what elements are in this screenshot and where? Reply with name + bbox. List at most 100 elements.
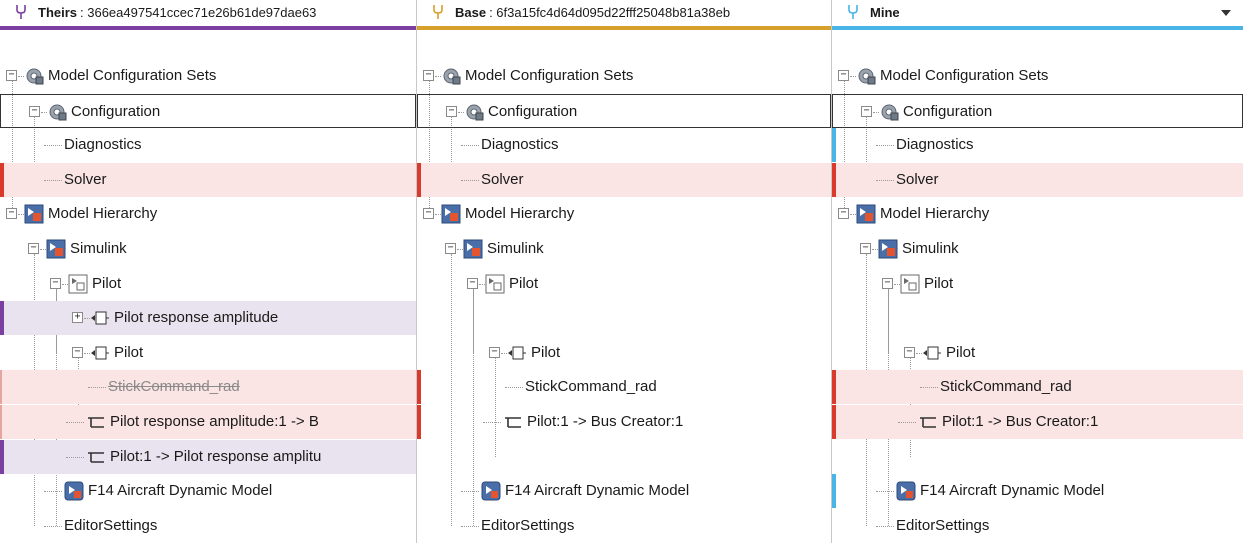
- pane-dropdown-icon[interactable]: [1221, 10, 1231, 16]
- line-icon: [88, 451, 104, 463]
- change-marker: [0, 162, 4, 197]
- change-marker: [832, 474, 836, 509]
- tree-expander-icon[interactable]: −: [29, 105, 40, 117]
- mine-tree-row[interactable]: − Pilot: [832, 336, 1243, 370]
- change-marker: [417, 370, 421, 405]
- tree-expander-icon[interactable]: −: [904, 346, 915, 358]
- tree-connector: [461, 525, 479, 527]
- mine-tree-row[interactable]: EditorSettings: [832, 509, 1243, 543]
- tree-connector: [88, 387, 106, 389]
- tree-expander-icon[interactable]: −: [445, 243, 456, 254]
- theirs-color-bar: [0, 26, 416, 30]
- tree-connector: [876, 491, 894, 493]
- theirs-tree-row[interactable]: − Pilot: [0, 336, 416, 370]
- tree-node-label: F14 Aircraft Dynamic Model: [88, 482, 273, 500]
- mine-tree-row[interactable]: Pilot:1 -> Bus Creator:1: [832, 405, 1243, 439]
- theirs-tree-row[interactable]: Solver: [0, 162, 416, 197]
- base-tree-row[interactable]: F14 Aircraft Dynamic Model: [417, 474, 831, 508]
- theirs-tree-row[interactable]: − Model Configuration Sets: [0, 59, 416, 93]
- tree-expander-icon[interactable]: −: [489, 346, 500, 358]
- base-tree-row[interactable]: [417, 301, 831, 335]
- port-block-icon: [508, 346, 526, 360]
- tree-expander-icon[interactable]: −: [423, 208, 434, 220]
- mine-label: Mine: [870, 4, 900, 20]
- base-tree-row[interactable]: EditorSettings: [417, 509, 831, 543]
- base-tree-row[interactable]: − Pilot: [417, 267, 831, 301]
- theirs-tree-row[interactable]: − Pilot: [0, 267, 416, 301]
- base-tree-row[interactable]: − Pilot: [417, 336, 831, 370]
- tree-node-label: Model Configuration Sets: [48, 67, 217, 84]
- tree-expander-icon[interactable]: −: [838, 70, 849, 81]
- tree-expander-icon[interactable]: −: [882, 277, 893, 289]
- config-sets-icon: [443, 68, 461, 85]
- mine-tree-row[interactable]: Solver: [832, 162, 1243, 197]
- base-tree-row[interactable]: Solver: [417, 162, 831, 197]
- tree-node-label: Pilot:1 -> Bus Creator:1: [942, 413, 1099, 430]
- tree-connector: [898, 422, 916, 423]
- tree-node-label: Pilot:1 -> Pilot response amplitu: [110, 447, 322, 465]
- base-pane: Base : 6f3a15fc4d64d095d22fff25048b81a38…: [417, 0, 832, 543]
- tree-expander-icon[interactable]: −: [423, 70, 434, 81]
- tree-node-label: Configuration: [903, 102, 993, 120]
- tree-node-label: Pilot:1 -> Bus Creator:1: [527, 413, 684, 430]
- tree-expander-icon[interactable]: −: [6, 208, 17, 220]
- tree-expander-icon[interactable]: −: [6, 70, 17, 81]
- subsystem-icon: [900, 274, 920, 294]
- tree-expander-icon[interactable]: −: [72, 346, 83, 358]
- mine-tree-row[interactable]: [832, 301, 1243, 335]
- tree-node-label: Pilot: [924, 274, 954, 292]
- tree-expander-icon[interactable]: −: [860, 243, 871, 254]
- mine-tree-row[interactable]: F14 Aircraft Dynamic Model: [832, 474, 1243, 509]
- mine-tree-row[interactable]: − Pilot: [832, 267, 1243, 301]
- tree-node-label: Simulink: [487, 240, 544, 257]
- mine-tree-row[interactable]: − Configuration: [832, 93, 1243, 128]
- tree-node-label: Simulink: [902, 240, 959, 257]
- tree-expander-icon[interactable]: −: [467, 277, 478, 289]
- tree-node-label: Pilot: [92, 274, 122, 292]
- base-tree-row[interactable]: Pilot:1 -> Bus Creator:1: [417, 405, 831, 439]
- theirs-tree-row[interactable]: − Model Hierarchy: [0, 197, 416, 231]
- mine-tree-row[interactable]: − Model Configuration Sets: [832, 59, 1243, 93]
- theirs-tree-row[interactable]: StickCommand_rad: [0, 370, 416, 405]
- tree-expander-icon[interactable]: −: [28, 243, 39, 254]
- model-ref-icon: [896, 481, 916, 501]
- tree-node-label: EditorSettings: [64, 516, 158, 534]
- tree-expander-icon[interactable]: −: [838, 208, 849, 220]
- base-tree-row[interactable]: [417, 440, 831, 474]
- tree-expander-icon[interactable]: −: [861, 105, 872, 117]
- base-tree-row[interactable]: StickCommand_rad: [417, 370, 831, 405]
- theirs-tree-row[interactable]: − Simulink: [0, 232, 416, 266]
- base-hash: : 6f3a15fc4d64d095d22fff25048b81a38eb: [489, 4, 731, 20]
- base-tree-row[interactable]: Diagnostics: [417, 128, 831, 162]
- theirs-tree-row[interactable]: Pilot:1 -> Pilot response amplitu: [0, 439, 416, 474]
- branch-icon: [848, 5, 858, 19]
- tree-expander-icon[interactable]: −: [446, 105, 457, 117]
- tree-node-label: Diagnostics: [64, 136, 142, 154]
- tree-node-label: Diagnostics: [481, 136, 559, 154]
- mine-tree-row[interactable]: − Model Hierarchy: [832, 197, 1243, 231]
- theirs-tree-row[interactable]: Diagnostics: [0, 128, 416, 162]
- theirs-tree-row[interactable]: + Pilot response amplitude: [0, 301, 416, 336]
- base-tree-row[interactable]: − Simulink: [417, 232, 831, 266]
- base-tree-row[interactable]: − Model Hierarchy: [417, 197, 831, 231]
- mine-tree-row[interactable]: [832, 440, 1243, 474]
- mine-tree-row[interactable]: StickCommand_rad: [832, 370, 1243, 405]
- tree-expander-icon[interactable]: −: [50, 277, 61, 289]
- base-tree-row[interactable]: − Configuration: [417, 93, 831, 128]
- tree-connector: [920, 387, 938, 389]
- base-tree-row[interactable]: − Model Configuration Sets: [417, 59, 831, 93]
- tree-connector: [461, 491, 479, 493]
- theirs-tree-row[interactable]: − Configuration: [0, 93, 416, 128]
- tree-node-label: StickCommand_rad: [108, 378, 240, 396]
- tree-expander-icon[interactable]: +: [72, 312, 83, 324]
- mine-tree-row[interactable]: Diagnostics: [832, 128, 1243, 163]
- theirs-pane: Theirs : 366ea497541ccec71e26b61de97dae6…: [0, 0, 417, 543]
- tree-connector: [66, 456, 84, 458]
- theirs-tree-row[interactable]: EditorSettings: [0, 509, 416, 543]
- tree-node-label: EditorSettings: [896, 516, 990, 534]
- theirs-tree-row[interactable]: F14 Aircraft Dynamic Model: [0, 474, 416, 508]
- config-gear-icon: [49, 104, 67, 121]
- theirs-tree: − Model Configuration Sets − Configuration D…: [0, 59, 416, 543]
- theirs-tree-row[interactable]: Pilot response amplitude:1 -> B: [0, 405, 416, 439]
- mine-tree-row[interactable]: − Simulink: [832, 232, 1243, 266]
